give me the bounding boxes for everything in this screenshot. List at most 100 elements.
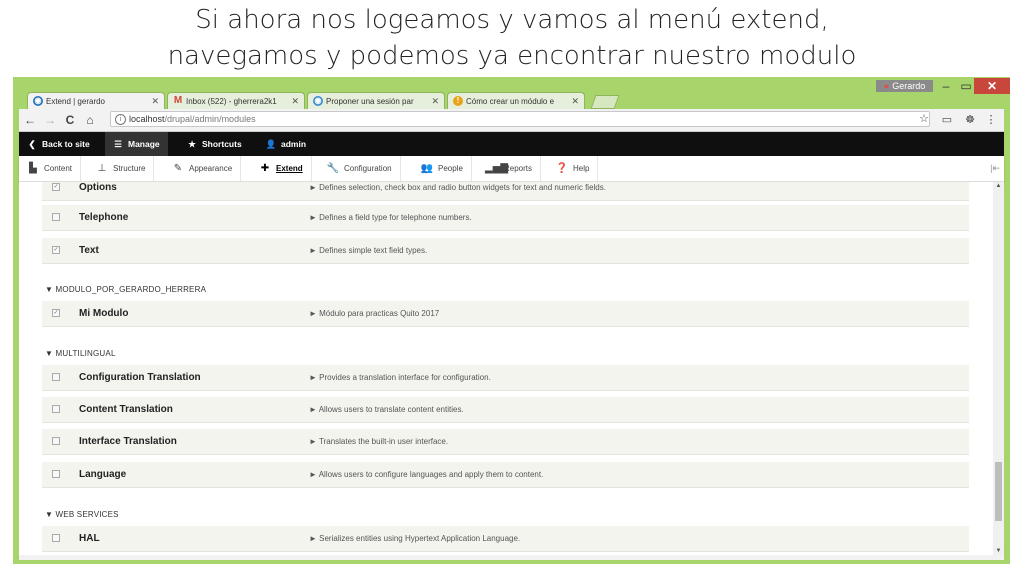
- module-checkbox[interactable]: [52, 470, 60, 478]
- manage-link[interactable]: ☰ Manage: [105, 132, 168, 156]
- module-description[interactable]: ► Módulo para practicas Quito 2017: [309, 301, 439, 326]
- menu-kebab-icon[interactable]: ⋮: [983, 112, 999, 128]
- wrench-icon: 🔧: [326, 163, 340, 174]
- tab-inbox[interactable]: M Inbox (522) - gherrera2k1 ✕: [167, 92, 305, 109]
- extension-icon[interactable]: ☸: [962, 112, 978, 128]
- tray-help[interactable]: ❓ Help: [554, 156, 599, 181]
- module-name: Text: [79, 245, 99, 256]
- module-description[interactable]: ► Serializes entities using Hypertext Ap…: [309, 526, 520, 551]
- tab-proponer[interactable]: ◉ Proponer una sesión par ✕: [307, 92, 445, 109]
- help-icon: ❓: [555, 163, 569, 174]
- profile-icon: ●: [883, 81, 890, 91]
- address-bar[interactable]: i localhost/drupal/admin/modules: [110, 111, 930, 127]
- module-description[interactable]: ► Translates the built-in user interface…: [309, 429, 448, 454]
- home-icon[interactable]: ⌂: [83, 112, 97, 128]
- admin-user-label: admin: [281, 139, 307, 149]
- drupal-icon: ◉: [313, 96, 323, 106]
- tray-content[interactable]: ▙ Content: [25, 156, 82, 181]
- module-row-hal: HAL ► Serializes entities using Hypertex…: [42, 526, 969, 552]
- new-tab-button[interactable]: [590, 95, 620, 109]
- forward-arrow-icon[interactable]: →: [43, 112, 57, 128]
- file-icon: ▙: [29, 163, 37, 174]
- admin-tray: ▙ Content ⊥ Structure ✎ Appearance ✚ Extend …: [19, 156, 1004, 182]
- tray-extend[interactable]: ✚ Extend: [257, 156, 312, 181]
- shortcuts-link[interactable]: ★ Shortcuts: [185, 132, 241, 156]
- tray-configuration[interactable]: 🔧 Configuration: [325, 156, 401, 181]
- tray-structure[interactable]: ⊥ Structure: [94, 156, 155, 181]
- group-title-multilingual[interactable]: ▼ MULTILINGUAL: [45, 349, 116, 358]
- module-name: Options: [79, 182, 117, 193]
- module-row-content-translation: Content Translation ► Allows users to tr…: [42, 397, 969, 423]
- tray-collapse-icon[interactable]: |⇤: [990, 156, 1000, 181]
- tab-close-icon[interactable]: ✕: [431, 93, 439, 109]
- module-description-text: Módulo para practicas Quito 2017: [319, 309, 440, 318]
- module-description[interactable]: ► Allows users to translate content enti…: [309, 397, 464, 422]
- module-description[interactable]: ► Defines a field type for telephone num…: [309, 205, 472, 230]
- back-to-site-link[interactable]: ❮ Back to site: [25, 132, 90, 156]
- tab-label: Extend | gerardo: [46, 97, 106, 106]
- bookmark-star-icon[interactable]: ☆: [916, 111, 932, 127]
- module-checkbox[interactable]: ✓: [52, 183, 60, 191]
- module-description[interactable]: ► Provides a translation interface for c…: [309, 365, 491, 390]
- module-checkbox[interactable]: ✓: [52, 246, 60, 254]
- vertical-scrollbar[interactable]: ▲ ▼: [993, 182, 1004, 555]
- module-name: Interface Translation: [79, 436, 177, 447]
- scroll-up-icon[interactable]: ▲: [993, 182, 1004, 190]
- module-description-text: Defines selection, check box and radio b…: [319, 183, 606, 192]
- group-title-text: WEB SERVICES: [55, 510, 119, 519]
- group-title-web-services[interactable]: ▼ WEB SERVICES: [45, 510, 119, 519]
- close-window-button[interactable]: ✕: [974, 78, 1010, 94]
- group-title-modulo-gerardo[interactable]: ▼ MODULO_POR_GERARDO_HERRERA: [45, 285, 206, 294]
- tray-people[interactable]: 👥 People: [419, 156, 472, 181]
- scroll-down-icon[interactable]: ▼: [993, 547, 1004, 555]
- admin-user-link[interactable]: 👤 admin: [264, 132, 306, 156]
- module-checkbox[interactable]: [52, 373, 60, 381]
- module-name: Configuration Translation: [79, 372, 201, 383]
- module-row-telephone: Telephone ► Defines a field type for tel…: [42, 205, 969, 231]
- info-icon[interactable]: i: [115, 114, 126, 125]
- back-arrow-icon[interactable]: ←: [23, 112, 37, 128]
- module-description-text: Allows users to translate content entiti…: [318, 405, 464, 414]
- tab-como-crear[interactable]: ! Cómo crear un módulo e ✕: [447, 92, 585, 109]
- tab-close-icon[interactable]: ✕: [151, 93, 159, 109]
- cast-icon[interactable]: ▭: [939, 112, 955, 128]
- module-description[interactable]: ► Defines simple text field types.: [309, 238, 427, 263]
- tray-label: Configuration: [344, 164, 392, 173]
- module-row-mi-modulo: ✓ Mi Modulo ► Módulo para practicas Quit…: [42, 301, 969, 327]
- tray-label: Help: [573, 164, 590, 173]
- hamburger-icon: ☰: [114, 139, 122, 149]
- tray-appearance[interactable]: ✎ Appearance: [170, 156, 242, 181]
- module-checkbox[interactable]: [52, 213, 60, 221]
- module-checkbox[interactable]: [52, 405, 60, 413]
- module-description[interactable]: ► Defines selection, check box and radio…: [309, 182, 606, 200]
- slide-title: Si ahora nos logeamos y vamos al menú ex…: [0, 2, 1024, 74]
- module-checkbox[interactable]: [52, 437, 60, 445]
- tab-label: Proponer una sesión par: [326, 97, 414, 106]
- module-description[interactable]: ► Allows users to configure languages an…: [309, 462, 543, 487]
- tab-close-icon[interactable]: ✕: [291, 93, 299, 109]
- tray-label: Reports: [504, 164, 533, 173]
- module-description-text: Provides a translation interface for con…: [319, 373, 491, 382]
- info-icon: !: [453, 96, 463, 106]
- reload-icon[interactable]: C: [63, 112, 77, 128]
- tab-close-icon[interactable]: ✕: [571, 93, 579, 109]
- user-icon: 👤: [265, 139, 277, 149]
- window-bottom-edge: [19, 555, 1004, 560]
- module-row-configuration-translation: Configuration Translation ► Provides a t…: [42, 365, 969, 391]
- admin-bar-edge: [993, 132, 1004, 156]
- module-name: HAL: [79, 533, 100, 544]
- module-checkbox[interactable]: [52, 534, 60, 542]
- module-checkbox[interactable]: ✓: [52, 309, 60, 317]
- tray-label: Appearance: [189, 164, 233, 173]
- profile-badge[interactable]: ● Gerardo: [876, 80, 933, 92]
- back-to-site-label: Back to site: [42, 139, 90, 149]
- module-description-text: Allows users to configure languages and …: [318, 470, 544, 479]
- tray-label: Extend: [276, 164, 303, 173]
- tray-reports[interactable]: ▂▅▇Reports: [485, 156, 542, 181]
- group-title-text: MULTILINGUAL: [55, 349, 116, 358]
- module-row-text: ✓ Text ► Defines simple text field types…: [42, 238, 969, 264]
- sitemap-icon: ⊥: [97, 163, 107, 174]
- tab-extend[interactable]: ◉ Extend | gerardo ✕: [27, 92, 165, 109]
- scrollbar-thumb[interactable]: [995, 462, 1002, 521]
- tray-label: Structure: [113, 164, 146, 173]
